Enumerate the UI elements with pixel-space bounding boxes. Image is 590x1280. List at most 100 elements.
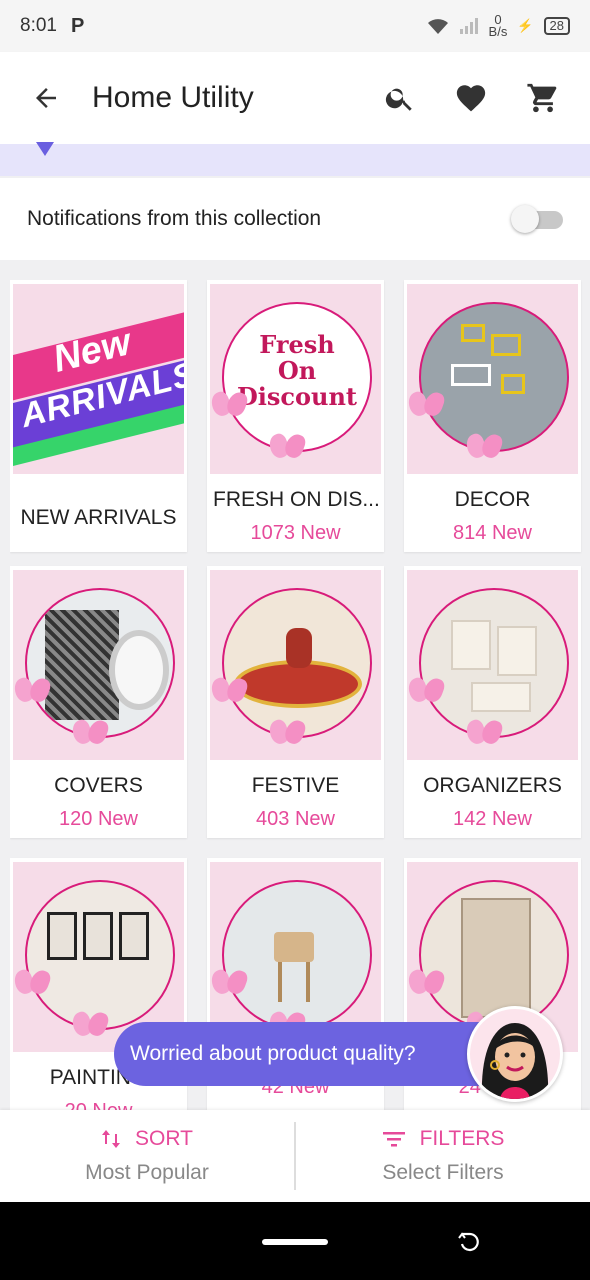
painting-frame	[83, 912, 113, 960]
category-image	[13, 570, 184, 760]
category-name: ORGANIZERS	[423, 774, 562, 797]
filters-header: FILTERS	[382, 1127, 505, 1151]
sort-label: SORT	[135, 1127, 193, 1150]
filter-icon	[382, 1132, 405, 1147]
butterfly-icon	[212, 392, 246, 418]
category-count: 142 New	[453, 808, 532, 830]
status-bar: 8:01 P 0 B/s ⚡ 28	[0, 0, 590, 52]
wishlist-button[interactable]	[454, 81, 488, 115]
sort-filter-bar: SORT Most Popular FILTERS Select Filters	[0, 1110, 590, 1202]
butterfly-icon	[467, 720, 501, 746]
assistant-face-icon	[470, 1009, 560, 1099]
painting-frame	[47, 912, 77, 960]
organizer-pocket	[451, 620, 491, 670]
shelf-shape	[451, 364, 491, 386]
butterfly-icon	[15, 970, 49, 996]
toggle-thumb	[511, 205, 539, 233]
status-time: 8:01	[20, 15, 57, 36]
back-button[interactable]	[0, 83, 92, 113]
quality-help-bubble[interactable]: Worried about product quality?	[114, 1022, 514, 1086]
fresh-art-line2: On	[277, 356, 317, 385]
category-card-new-arrivals[interactable]: New ARRIVALS NEW ARRIVALS	[10, 280, 187, 552]
category-card-organizers[interactable]: ORGANIZERS 142 New	[404, 566, 581, 838]
category-circle	[419, 588, 569, 738]
organizer-pocket	[471, 682, 531, 712]
chair-seat	[274, 932, 314, 962]
category-image: Fresh On Discount	[210, 284, 381, 474]
filters-button[interactable]: FILTERS Select Filters	[296, 1110, 590, 1202]
shelf-shape	[501, 374, 525, 394]
butterfly-icon	[409, 970, 443, 996]
net-speed: 0 B/s	[488, 13, 508, 39]
cart-button[interactable]	[526, 81, 560, 115]
category-count: 120 New	[59, 808, 138, 830]
promo-banner-strip[interactable]	[0, 142, 590, 176]
category-image	[407, 570, 578, 760]
category-name: FESTIVE	[251, 774, 340, 797]
sort-header: SORT	[101, 1127, 193, 1151]
search-icon	[385, 88, 412, 111]
category-card-fresh-on-discount[interactable]: Fresh On Discount FRESH ON DIS... 1073 N…	[207, 280, 384, 552]
filters-label: FILTERS	[419, 1127, 505, 1150]
butterfly-icon	[409, 678, 443, 704]
sort-icon	[102, 1130, 121, 1148]
butterfly-icon	[270, 720, 304, 746]
washing-machine-door	[109, 630, 169, 710]
cart-icon	[527, 83, 557, 113]
category-circle	[25, 588, 175, 738]
category-name: FRESH ON DIS...	[213, 488, 380, 511]
category-count: 1073 New	[250, 522, 341, 544]
category-count: 814 New	[453, 522, 532, 544]
category-name: COVERS	[54, 774, 143, 797]
butterfly-icon	[15, 678, 49, 704]
charging-icon: ⚡	[517, 18, 534, 33]
system-nav-bar	[0, 1202, 590, 1280]
butterfly-icon	[212, 970, 246, 996]
sort-button[interactable]: SORT Most Popular	[0, 1110, 294, 1202]
category-card-covers[interactable]: COVERS 120 New	[10, 566, 187, 838]
search-button[interactable]	[384, 82, 416, 114]
arrow-left-icon	[36, 88, 56, 108]
category-circle	[222, 588, 372, 738]
page-title: Home Utility	[92, 81, 254, 114]
butterfly-icon	[212, 678, 246, 704]
butterfly-icon	[73, 1012, 107, 1038]
category-circle: Fresh On Discount	[222, 302, 372, 452]
storage-rack	[461, 898, 531, 1018]
shelf-shape	[461, 324, 485, 342]
appbar-actions	[384, 81, 590, 115]
category-card-festive[interactable]: FESTIVE 403 New	[207, 566, 384, 838]
category-image	[210, 570, 381, 760]
butterfly-icon	[409, 392, 443, 418]
status-icons: 0 B/s ⚡ 28	[427, 13, 570, 39]
butterfly-icon	[270, 434, 304, 460]
fresh-art-line1: Fresh	[259, 330, 335, 359]
organizer-pocket	[497, 626, 537, 676]
app-bar: Home Utility	[0, 52, 590, 144]
category-count: 20 New	[10, 1100, 187, 1110]
notification-toggle[interactable]	[511, 205, 563, 233]
shelf-shape	[491, 334, 521, 356]
home-gesture-pill[interactable]	[262, 1239, 328, 1245]
battery-indicator: 28	[543, 17, 570, 35]
assistant-avatar[interactable]	[467, 1006, 563, 1102]
category-circle	[25, 880, 175, 1030]
butterfly-icon	[467, 434, 501, 460]
category-card-decor[interactable]: DECOR 814 New	[404, 280, 581, 552]
heart-icon	[456, 85, 486, 112]
idol-shape	[286, 628, 312, 668]
notification-label: Notifications from this collection	[27, 207, 322, 230]
collection-grid: New ARRIVALS NEW ARRIVALS Fresh On Disco…	[10, 280, 584, 1110]
chair-leg	[306, 962, 310, 1002]
category-name: NEW ARRIVALS	[20, 506, 177, 529]
notification-row: Notifications from this collection	[0, 178, 590, 260]
diamond-icon	[36, 142, 54, 156]
net-speed-unit: B/s	[488, 24, 508, 39]
category-name: DECOR	[454, 488, 531, 511]
sort-value: Most Popular	[85, 1161, 209, 1184]
parking-app-icon: P	[70, 14, 85, 37]
chair-leg	[278, 962, 282, 1002]
rotate-icon[interactable]	[456, 1230, 482, 1256]
filters-value: Select Filters	[382, 1161, 504, 1184]
butterfly-icon	[73, 720, 107, 746]
